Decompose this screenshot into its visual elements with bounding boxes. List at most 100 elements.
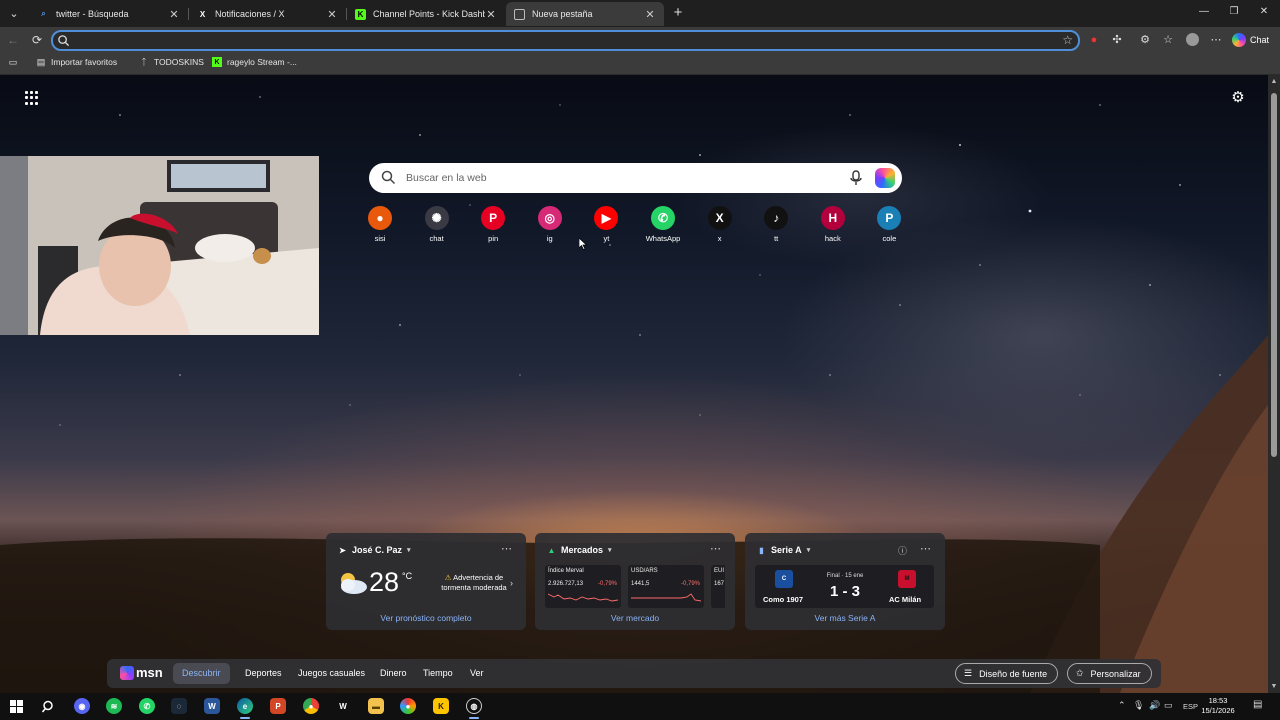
tab-kick-dashboard[interactable]: K Channel Points - Kick Dashboard ✕ — [347, 2, 505, 26]
restore-window-icon[interactable]: ❐ — [1227, 6, 1241, 17]
chevron-right-icon[interactable]: › — [510, 578, 513, 588]
quick-link-2[interactable]: Ppin — [468, 206, 518, 243]
notifications-icon[interactable]: ▤ — [1253, 699, 1262, 710]
font-design-button[interactable]: ☰ Diseño de fuente — [955, 663, 1059, 684]
close-tab-icon[interactable]: ✕ — [326, 8, 338, 21]
msn-tab-tiempo[interactable]: Tiempo — [414, 663, 462, 684]
warning-triangle-icon: ⚠ — [444, 573, 452, 582]
sports-widget[interactable]: ▮ Serie A ▾ ⓘ ⋯ C Como 1907 Final · 15 e… — [745, 533, 945, 630]
msn-tab-juegos-casuales[interactable]: Juegos casuales — [289, 663, 374, 684]
back-arrow-icon[interactable]: ← — [6, 33, 20, 47]
msn-tab-descubrir[interactable]: Descubrir — [173, 663, 230, 684]
favorite-star-icon[interactable]: ☆ — [1062, 33, 1073, 47]
weather-full-forecast-link[interactable]: Ver pronóstico completo — [326, 613, 526, 623]
word-icon[interactable]: W — [204, 698, 220, 714]
winrar-icon[interactable]: W — [335, 698, 351, 714]
quick-link-0[interactable]: ● sisi — [355, 206, 405, 243]
chrome-icon[interactable]: ● — [303, 698, 319, 714]
quick-link-label: x — [717, 234, 722, 243]
quick-link-9[interactable]: Pcole — [864, 206, 914, 243]
close-window-icon[interactable]: ✕ — [1257, 6, 1271, 17]
apps-launcher-icon[interactable] — [25, 91, 39, 105]
discord-icon[interactable]: ◉ — [74, 698, 90, 714]
obs-studio-icon[interactable]: ◍ — [466, 698, 482, 714]
more-options-icon[interactable]: ⋯ — [501, 542, 512, 555]
favorite-import[interactable]: ▤ Importar favoritos — [36, 56, 117, 68]
quick-link-6[interactable]: Xx — [695, 206, 745, 243]
todoskins-icon: ᛏ — [141, 57, 147, 67]
personalize-button[interactable]: ✩ Personalizar — [1067, 663, 1152, 684]
quick-link-4[interactable]: ▶ yt — [581, 206, 631, 243]
spotify-icon[interactable]: ≋ — [106, 698, 122, 714]
quick-link-1[interactable]: ✺ chat — [412, 206, 462, 243]
personalize-label: Personalizar — [1090, 668, 1141, 679]
game-launcher-icon[interactable]: ● — [400, 698, 416, 714]
web-search-box[interactable]: Buscar en la web — [369, 163, 902, 193]
profile-avatar-icon[interactable] — [1185, 33, 1199, 47]
market-card-eur[interactable]: EUI 167 — [711, 565, 725, 608]
tab-notifications-x[interactable]: X Notificaciones / X ✕ — [189, 2, 346, 26]
extension-red-icon[interactable]: ● — [1087, 33, 1101, 47]
browser-essentials-icon[interactable]: ⚙ — [1138, 33, 1152, 47]
edge-browser-icon[interactable]: e — [237, 698, 253, 714]
microphone-tray-icon[interactable]: 🎙 — [1133, 700, 1144, 711]
msn-tab-deportes[interactable]: Deportes — [236, 663, 291, 684]
new-tab-plus-icon[interactable]: + — [670, 5, 686, 21]
page-scrollbar[interactable]: ▲ ▼ — [1268, 75, 1280, 693]
tab-new-tab[interactable]: Nueva pestaña ✕ — [506, 2, 664, 26]
favorites-list-icon[interactable]: ☆ — [1161, 33, 1175, 47]
weather-widget[interactable]: ➤ José C. Paz ▾ ⋯ 28 °C ⚠ Advertencia de… — [326, 533, 526, 630]
volume-icon[interactable]: 🔊 — [1149, 700, 1160, 711]
page-settings-gear-icon[interactable]: ⚙ — [1230, 90, 1246, 106]
favorite-todoskins[interactable]: ᛏ TODOSKINS — [139, 57, 204, 67]
whatsapp-icon[interactable]: ✆ — [139, 698, 155, 714]
msn-logo[interactable]: msn — [120, 665, 163, 680]
quick-link-7[interactable]: ♪ tt — [751, 206, 801, 243]
file-explorer-icon[interactable]: ▬ — [368, 698, 384, 714]
favorite-rageylo-stream[interactable]: K rageylo Stream -... — [212, 57, 297, 67]
favorites-toggle-icon[interactable]: ▭ — [8, 57, 23, 67]
microphone-icon[interactable] — [849, 170, 863, 186]
tool-app-icon[interactable]: K — [433, 698, 449, 714]
close-tab-icon[interactable]: ✕ — [485, 8, 497, 21]
network-icon[interactable]: ▭ — [1164, 700, 1173, 711]
copilot-icon[interactable] — [875, 168, 895, 188]
more-options-icon[interactable]: ⋯ — [1209, 33, 1223, 47]
market-card-usd-ars[interactable]: USD/ARS 1441,5 -0,79% — [628, 565, 704, 608]
weather-alert[interactable]: ⚠ Advertencia de tormenta moderada — [434, 573, 514, 593]
refresh-icon[interactable]: ⟳ — [30, 33, 44, 47]
scrollbar-thumb[interactable] — [1271, 93, 1277, 457]
close-tab-icon[interactable]: ✕ — [644, 8, 656, 21]
powerpoint-icon[interactable]: P — [270, 698, 286, 714]
copilot-chat-button[interactable]: Chat — [1232, 31, 1269, 49]
clock[interactable]: 18:53 15/1/2026 — [1196, 696, 1240, 716]
markets-widget[interactable]: ▲ Mercados ▾ ⋯ Índice Merval 2.926.727,1… — [535, 533, 735, 630]
sports-view-more-link[interactable]: Ver más Serie A — [745, 613, 945, 623]
sports-league-selector[interactable]: ▮ Serie A ▾ — [757, 545, 810, 555]
extensions-puzzle-icon[interactable]: ✣ — [1110, 33, 1124, 47]
address-bar[interactable]: ☆ — [51, 30, 1080, 51]
scroll-up-arrow-icon[interactable]: ▲ — [1268, 78, 1280, 85]
markets-view-link[interactable]: Ver mercado — [535, 613, 735, 623]
windows-start-icon[interactable] — [8, 698, 24, 714]
tab-twitter-search[interactable]: ⌕ twitter - Búsqueda ✕ — [30, 2, 188, 26]
tab-actions-menu-icon[interactable]: ⌄ — [6, 6, 22, 22]
tray-overflow-icon[interactable]: ⌃ — [1118, 700, 1126, 711]
quick-link-8[interactable]: Hhack — [808, 206, 858, 243]
close-tab-icon[interactable]: ✕ — [168, 8, 180, 21]
info-icon[interactable]: ⓘ — [898, 544, 907, 557]
msn-logo-text: msn — [136, 665, 163, 680]
search-icon[interactable] — [40, 698, 56, 714]
quick-link-5[interactable]: ✆ WhatsApp — [638, 206, 688, 243]
msn-tab-dinero[interactable]: Dinero — [371, 663, 416, 684]
minimize-icon[interactable]: — — [1197, 6, 1211, 17]
more-options-icon[interactable]: ⋯ — [920, 542, 931, 555]
match-card[interactable]: C Como 1907 Final · 15 ene 1 - 3 M AC Mi… — [755, 565, 934, 608]
steam-icon[interactable]: ◌ — [171, 698, 187, 714]
msn-tab-ver[interactable]: Ver — [461, 663, 493, 684]
scroll-down-arrow-icon[interactable]: ▼ — [1268, 683, 1280, 690]
market-card-merval[interactable]: Índice Merval 2.926.727,13 -0,79% — [545, 565, 621, 608]
folder-import-icon: ▤ — [36, 56, 46, 67]
weather-location-selector[interactable]: ➤ José C. Paz ▾ — [338, 545, 410, 555]
quick-link-3[interactable]: ◎ ig — [525, 206, 575, 243]
